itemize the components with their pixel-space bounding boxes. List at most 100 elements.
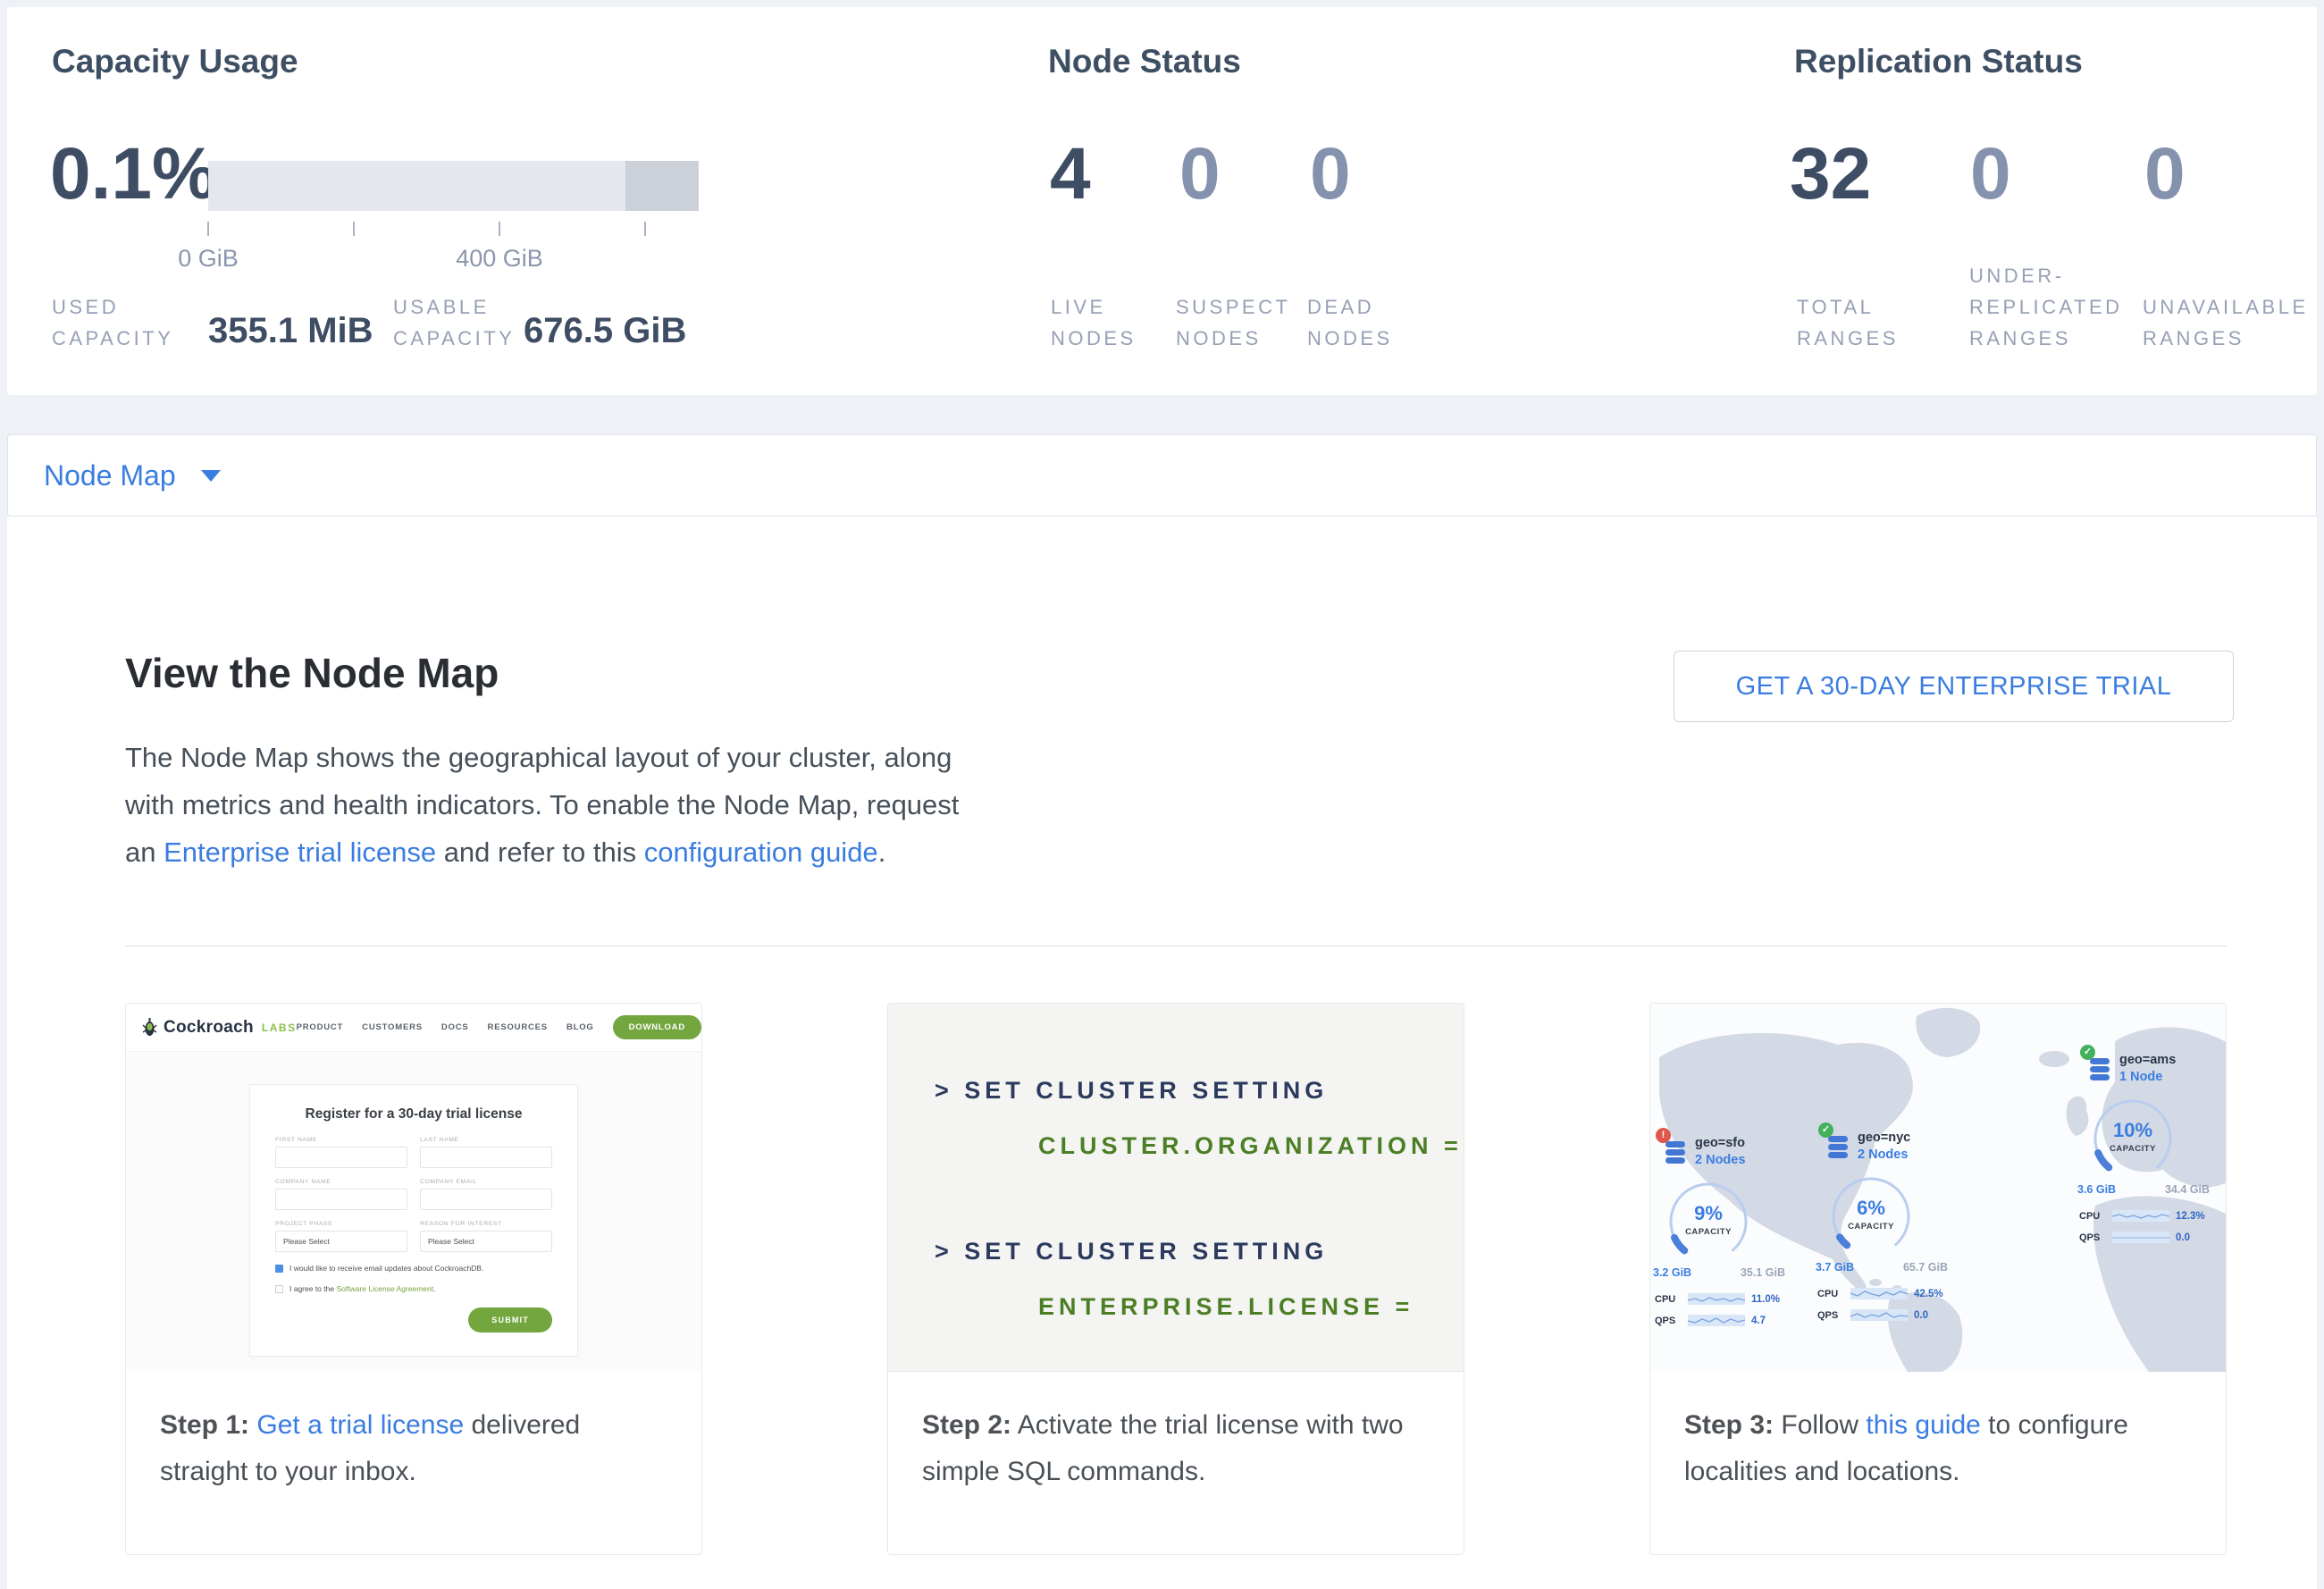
- total-ranges-count: 32: [1790, 138, 1871, 211]
- capacity-caption: CAPACITY: [1665, 1227, 1751, 1237]
- capacity-percent: 6%: [1828, 1197, 1914, 1220]
- suspect-nodes-label: SUSPECT NODES: [1176, 291, 1290, 354]
- field-label: COMPANY EMAIL: [420, 1179, 552, 1185]
- qps-metric-row: QPS 0.0: [2079, 1232, 2190, 1243]
- promo-text: and refer to this: [436, 837, 644, 868]
- software-license-agreement-link: Software License Agreement: [336, 1284, 433, 1293]
- nav-item: BLOG: [566, 1022, 594, 1032]
- check-badge-icon: ✓: [2080, 1045, 2095, 1060]
- suspect-nodes-count: 0: [1179, 138, 1221, 211]
- qps-sparkline: [2112, 1232, 2169, 1243]
- node-status-title: Node Status: [1048, 43, 1241, 80]
- license-agreement-checkbox-row: I agree to the Software License Agreemen…: [275, 1284, 552, 1293]
- under-replicated-ranges-label: UNDER- REPLICATED RANGES: [1969, 260, 2123, 354]
- checkbox-unchecked-icon: [275, 1285, 283, 1293]
- download-pill-button: DOWNLOAD: [613, 1015, 701, 1039]
- locality-node-count: 2 Nodes: [1858, 1148, 1910, 1162]
- page-title: View the Node Map: [125, 649, 499, 697]
- minisite-header: CockroachLABS PRODUCT CUSTOMERS DOCS RES…: [126, 1004, 701, 1052]
- step1-card: CockroachLABS PRODUCT CUSTOMERS DOCS RES…: [125, 1003, 702, 1555]
- promo-description: The Node Map shows the geographical layo…: [125, 734, 996, 876]
- locality-name: geo=sfo: [1695, 1136, 1745, 1150]
- this-guide-link[interactable]: this guide: [1866, 1410, 1980, 1440]
- submit-pill-button: SUBMIT: [468, 1307, 552, 1333]
- used-capacity-label: USED CAPACITY: [52, 291, 173, 354]
- capacity-caption: CAPACITY: [1828, 1222, 1914, 1232]
- configuration-guide-link[interactable]: configuration guide: [644, 837, 878, 868]
- field-label: FIRST NAME: [275, 1137, 407, 1143]
- node-map-dropdown[interactable]: Node Map: [44, 435, 221, 516]
- capacity-axis-tick: [353, 222, 355, 236]
- cpu-label: CPU: [1655, 1294, 1682, 1305]
- usable-capacity-value: 676.5 GiB: [524, 311, 686, 351]
- database-icon: [1664, 1139, 1687, 1166]
- error-badge-icon: !: [1656, 1128, 1671, 1143]
- cockroach-bug-icon: [142, 1018, 157, 1038]
- dead-nodes-count: 0: [1310, 138, 1351, 211]
- step3-caption: Step 3: Follow this guide to configure l…: [1650, 1372, 2226, 1495]
- qps-metric-row: QPS 4.7: [1655, 1315, 1766, 1326]
- used-capacity: 3.2 GiB: [1653, 1266, 1691, 1279]
- step1-thumbnail: CockroachLABS PRODUCT CUSTOMERS DOCS RES…: [126, 1004, 701, 1372]
- cpu-metric-row: CPU 12.3%: [2079, 1210, 2205, 1222]
- qps-label: QPS: [1817, 1310, 1844, 1321]
- capacity-gauge: 6% CAPACITY: [1828, 1173, 1914, 1259]
- step-text: Follow: [1774, 1410, 1866, 1440]
- checkbox-text: .: [433, 1284, 435, 1293]
- qps-value: 0.0: [1914, 1310, 1928, 1321]
- get-trial-license-link[interactable]: Get a trial license: [256, 1410, 464, 1440]
- field-label: COMPANY NAME: [275, 1179, 407, 1185]
- locality-node-count: 2 Nodes: [1695, 1153, 1745, 1167]
- submit-row: SUBMIT: [275, 1307, 552, 1333]
- trial-license-form: Register for a 30-day trial license FIRS…: [249, 1084, 578, 1357]
- capacity-gauge: 9% CAPACITY: [1665, 1179, 1751, 1265]
- step3-map-thumbnail: ! geo=sfo 2 Nodes: [1650, 1004, 2226, 1372]
- field-label: LAST NAME: [420, 1137, 552, 1143]
- database-icon: [1826, 1134, 1850, 1161]
- enterprise-trial-license-link[interactable]: Enterprise trial license: [164, 837, 436, 868]
- form-field: LAST NAME: [420, 1137, 552, 1168]
- get-enterprise-trial-button[interactable]: GET A 30-DAY ENTERPRISE TRIAL: [1674, 651, 2234, 722]
- total-capacity: 35.1 GiB: [1741, 1266, 1785, 1279]
- cpu-sparkline: [1850, 1288, 1908, 1299]
- sql-prompt-line: > SET CLUSTER SETTING: [935, 1238, 1328, 1265]
- capacity-usage-percent: 0.1%: [50, 138, 217, 211]
- usable-capacity-label: USABLE CAPACITY: [393, 291, 515, 354]
- capacity-bar-reserved-segment: [625, 161, 699, 211]
- cpu-sparkline: [2112, 1210, 2169, 1222]
- cpu-metric-row: CPU 42.5%: [1817, 1288, 1943, 1299]
- nav-item: CUSTOMERS: [362, 1022, 423, 1032]
- total-capacity: 34.4 GiB: [2165, 1183, 2210, 1196]
- logo-text: Cockroach: [164, 1018, 254, 1038]
- step-number: Step 1:: [160, 1410, 249, 1440]
- capacity-range: 3.6 GiB 34.4 GiB: [2077, 1183, 2210, 1196]
- unavailable-ranges-label: UNAVAILABLE RANGES: [2143, 291, 2309, 354]
- under-replicated-ranges-count: 0: [1970, 138, 2011, 211]
- promo-text: .: [878, 837, 886, 868]
- capacity-usage-bar: [208, 161, 699, 211]
- capacity-percent: 9%: [1665, 1202, 1751, 1225]
- field-label: REASON FOR INTEREST: [420, 1221, 552, 1227]
- locality-header: ! geo=sfo 2 Nodes: [1664, 1136, 1745, 1167]
- qps-label: QPS: [2079, 1232, 2106, 1243]
- checkbox-checked-icon: [275, 1265, 283, 1273]
- nodes-icon-wrap: !: [1664, 1139, 1687, 1166]
- form-fields-grid: FIRST NAME LAST NAME COMPANY NAME: [275, 1137, 552, 1252]
- total-ranges-label: TOTAL RANGES: [1797, 291, 1899, 354]
- form-title: Register for a 30-day trial license: [275, 1106, 552, 1122]
- cpu-value: 42.5%: [1914, 1289, 1943, 1299]
- capacity-caption: CAPACITY: [2090, 1144, 2176, 1154]
- company-name-input: [275, 1189, 407, 1210]
- capacity-gauge: 10% CAPACITY: [2090, 1096, 2176, 1181]
- step1-caption: Step 1: Get a trial license delivered st…: [126, 1372, 701, 1495]
- qps-value: 4.7: [1751, 1316, 1766, 1326]
- live-nodes-count: 4: [1050, 138, 1091, 211]
- check-badge-icon: ✓: [1818, 1122, 1833, 1138]
- cpu-sparkline: [1688, 1293, 1745, 1305]
- nodes-icon-wrap: ✓: [2088, 1056, 2111, 1083]
- capacity-axis-label-400: 400 GiB: [428, 245, 571, 273]
- sql-setting-line: CLUSTER.ORGANIZATION =: [1038, 1132, 1463, 1160]
- cluster-summary-panel: Capacity Usage 0.1% 0 GiB 400 GiB USED C…: [7, 7, 2317, 395]
- live-nodes-label: LIVE NODES: [1051, 291, 1137, 354]
- capacity-range: 3.7 GiB 65.7 GiB: [1816, 1261, 1948, 1274]
